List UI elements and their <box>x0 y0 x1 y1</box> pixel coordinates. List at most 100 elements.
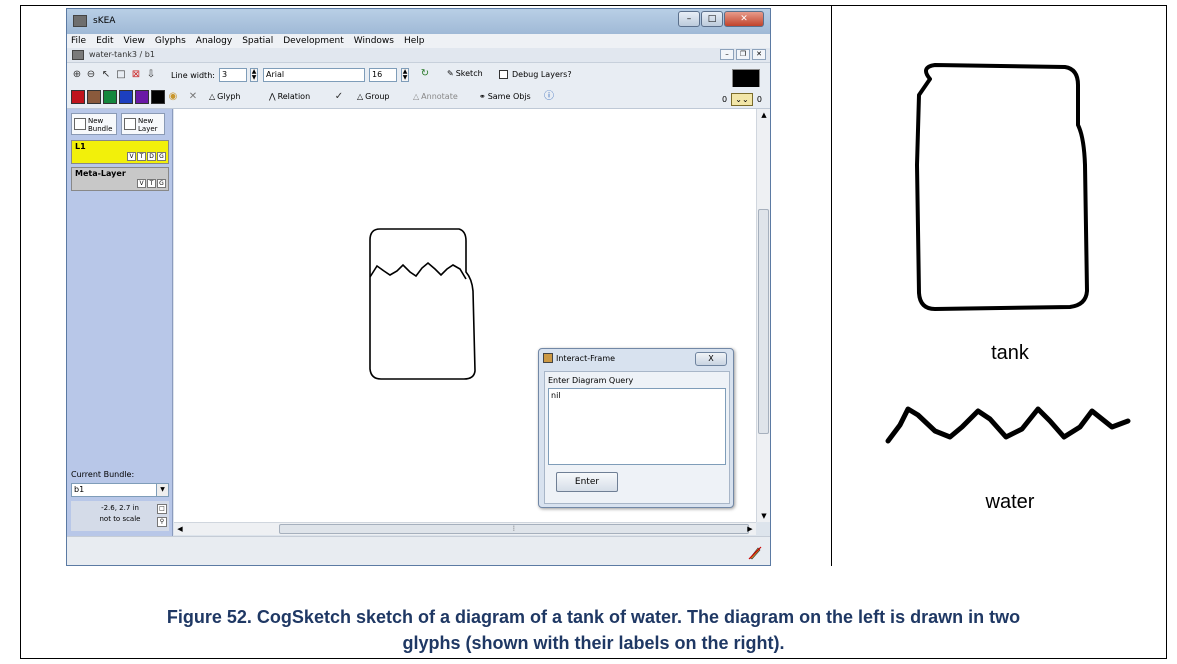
current-bundle-label: Current Bundle: <box>71 470 135 479</box>
fit-icon[interactable]: □ <box>157 504 167 514</box>
interact-frame-body: Enter Diagram Query nil Enter <box>544 371 730 504</box>
water-glyph-enlarged <box>885 406 1131 444</box>
font-select[interactable]: Arial <box>263 68 365 82</box>
coordinates-panel: -2.6, 2.7 in not to scale □ ⚲ <box>71 501 169 531</box>
menu-file[interactable]: File <box>71 34 86 48</box>
layer-l1[interactable]: L1 V T D G <box>71 140 169 164</box>
menu-development[interactable]: Development <box>283 34 344 48</box>
scroll-right-icon[interactable]: ▶ <box>744 523 756 535</box>
debug-layers-checkbox[interactable] <box>499 70 508 79</box>
color-purple-swatch[interactable] <box>135 90 149 104</box>
menu-glyphs[interactable]: Glyphs <box>155 34 186 48</box>
layer-meta-g-toggle[interactable]: G <box>157 179 166 188</box>
relation-label: Relation <box>277 92 311 101</box>
layer-meta[interactable]: Meta-Layer V T G <box>71 167 169 191</box>
help-icon[interactable]: ⓘ <box>543 91 555 103</box>
minimize-button[interactable]: – <box>678 11 700 27</box>
doc-minimize-button[interactable]: – <box>720 49 734 60</box>
zoom-out-icon[interactable]: ⊖ <box>85 69 97 81</box>
figure-caption: Figure 52. CogSketch sketch of a diagram… <box>20 604 1167 656</box>
close-button[interactable]: ✕ <box>724 11 764 27</box>
caption-line-2: glyphs (shown with their labels on the r… <box>402 633 785 653</box>
relation-edit-icon[interactable]: ✓ <box>333 91 345 103</box>
font-size-spinner[interactable]: ▲ ▼ <box>401 68 409 82</box>
color-black-swatch[interactable] <box>151 90 165 104</box>
menu-spatial[interactable]: Spatial <box>242 34 273 48</box>
font-size-select[interactable]: 16 <box>369 68 397 82</box>
layer-meta-name: Meta-Layer <box>75 169 126 178</box>
pointer-icon[interactable]: ↖ <box>100 69 112 81</box>
same-objs-button[interactable]: ⚭ Same Objs <box>479 90 531 104</box>
horizontal-scrollbar[interactable]: ◀ ⋮ ▶ <box>174 522 756 535</box>
water-glyph-sketch <box>369 261 467 280</box>
group-button[interactable]: △ Group <box>357 90 390 104</box>
enter-button[interactable]: Enter <box>556 472 618 492</box>
new-bundle-icon <box>74 118 86 130</box>
color-red-swatch[interactable] <box>71 90 85 104</box>
vertical-scrollbar[interactable]: ▲ ▼ <box>756 109 770 522</box>
tank-glyph-sketch <box>369 228 476 380</box>
document-icon <box>72 50 84 60</box>
current-bundle-value: b1 <box>74 485 85 494</box>
magnify-icon[interactable]: ⚲ <box>157 517 167 527</box>
new-layer-icon <box>124 118 136 130</box>
refresh-icon[interactable]: ↻ <box>419 68 431 80</box>
interact-frame-close-button[interactable]: X <box>695 352 727 366</box>
menu-analogy[interactable]: Analogy <box>196 34 232 48</box>
annotate-button[interactable]: △ Annotate <box>413 90 458 104</box>
layer-l1-t-toggle[interactable]: T <box>137 152 146 161</box>
menu-view[interactable]: View <box>124 34 145 48</box>
color-blue-swatch[interactable] <box>119 90 133 104</box>
menu-help[interactable]: Help <box>404 34 425 48</box>
current-color-preview[interactable] <box>732 69 760 88</box>
layer-meta-visible-toggle[interactable]: V <box>137 179 146 188</box>
chevron-down-icon: ▼ <box>156 484 168 496</box>
pen-status-icon <box>748 546 762 560</box>
line-width-select[interactable]: 3 <box>219 68 247 82</box>
delete-select-icon[interactable]: ⊠ <box>130 69 142 81</box>
query-prompt: Enter Diagram Query <box>548 376 634 385</box>
current-bundle-select[interactable]: b1 ▼ <box>71 483 169 497</box>
scroll-up-icon[interactable]: ▲ <box>757 109 770 121</box>
tank-label: tank <box>991 342 1029 364</box>
sketch-icon: ✎ <box>447 69 454 78</box>
new-layer-button[interactable]: New Layer <box>121 113 165 135</box>
zoom-left-value: 0 <box>722 95 728 104</box>
relation-button[interactable]: ⋀ Relation <box>269 90 310 104</box>
caption-line-1: Figure 52. CogSketch sketch of a diagram… <box>166 607 1021 627</box>
horizontal-scroll-thumb[interactable]: ⋮ <box>279 524 749 534</box>
zoom-in-icon[interactable]: ⊕ <box>71 69 83 81</box>
query-input[interactable]: nil <box>548 388 726 465</box>
new-bundle-button[interactable]: New Bundle <box>71 113 117 135</box>
doc-close-button[interactable]: ✕ <box>752 49 766 60</box>
menu-edit[interactable]: Edit <box>96 34 113 48</box>
color-green-swatch[interactable] <box>103 90 117 104</box>
select-box-icon[interactable]: □ <box>115 69 127 81</box>
layer-l1-d-toggle[interactable]: D <box>147 152 156 161</box>
scale-note: not to scale <box>99 515 141 523</box>
document-title: water-tank3 / b1 <box>89 50 155 59</box>
menu-windows[interactable]: Windows <box>354 34 394 48</box>
scroll-down-icon[interactable]: ▼ <box>757 510 770 522</box>
glyph-button[interactable]: △ Glyph <box>209 90 240 104</box>
pan-icon[interactable]: ⇩ <box>145 69 157 81</box>
same-objs-icon: ⚭ <box>479 92 486 101</box>
zoom-control[interactable]: 0 ⌄⌄ 0 <box>722 93 762 107</box>
layer-l1-g-toggle[interactable]: G <box>157 152 166 161</box>
doc-restore-button[interactable]: ❐ <box>736 49 750 60</box>
glyph-icon: △ <box>209 92 216 101</box>
erase-icon[interactable]: ✕ <box>187 91 199 103</box>
scroll-left-icon[interactable]: ◀ <box>174 523 186 535</box>
vertical-scroll-thumb[interactable] <box>758 209 769 434</box>
layer-l1-visible-toggle[interactable]: V <box>127 152 136 161</box>
relation-icon: ⋀ <box>269 92 276 101</box>
tank-glyph-enlarged <box>915 63 1089 311</box>
layer-meta-t-toggle[interactable]: T <box>147 179 156 188</box>
zoom-slider[interactable]: ⌄⌄ <box>731 93 753 106</box>
line-width-spinner[interactable]: ▲ ▼ <box>250 68 258 82</box>
maximize-button[interactable]: □ <box>701 11 723 27</box>
palette-icon[interactable]: ◉ <box>167 91 179 103</box>
color-brown-swatch[interactable] <box>87 90 101 104</box>
window-title: sKEA <box>93 16 116 26</box>
sketch-button[interactable]: ✎ Sketch <box>447 67 483 81</box>
